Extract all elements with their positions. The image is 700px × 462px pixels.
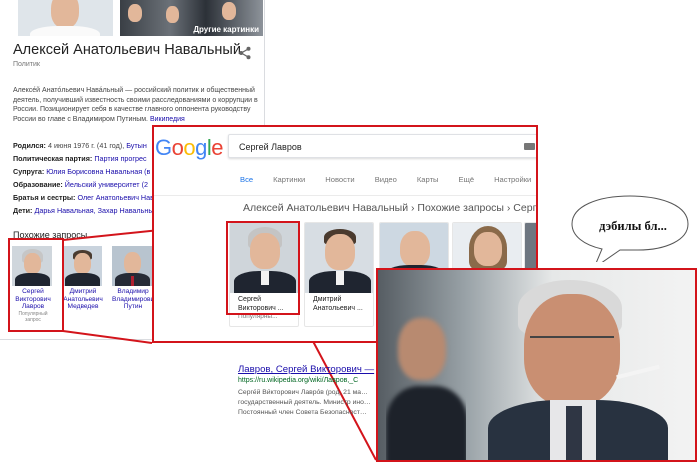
tab-settings[interactable]: Настройки (494, 175, 531, 187)
fact-spouse-link[interactable]: Юлия Борисовна Навальная (в (46, 167, 150, 176)
related-card-name: Дмитрий Анатольевич Медведев (63, 288, 103, 311)
fact-party-link[interactable]: Партия прогрес (94, 154, 146, 163)
logo-letter-o2: o (183, 135, 196, 160)
search-input[interactable] (239, 140, 509, 154)
result-card-name: Дмитрий Анатольевич ... (313, 296, 363, 312)
logo-letter-G: G (155, 135, 172, 160)
more-images-thumbnail[interactable]: Другие картинки (120, 0, 263, 36)
fact-siblings: Братья и сестры: Олег Анатольевич Нав (13, 193, 154, 202)
medvedev-photo (305, 223, 373, 293)
keyboard-icon[interactable] (524, 143, 535, 150)
logo-letter-o1: o (171, 135, 184, 160)
entity-subtitle: Политик (13, 61, 40, 68)
search-tabs: Все Картинки Новости Видео Карты Ещё Нас… (240, 175, 536, 187)
partial-photo (525, 223, 536, 271)
lavrov-meme-photo (376, 268, 697, 462)
breadcrumb: Алексей Анатольевич Навальный › Похожие … (243, 202, 538, 214)
result-url: https://ru.wikipedia.org/wiki/Лавров,_С (238, 377, 359, 384)
more-images-label[interactable]: Другие картинки (193, 25, 259, 34)
tab-video[interactable]: Видео (375, 175, 397, 187)
google-logo[interactable]: Google (155, 135, 224, 161)
fact-party: Политическая партия: Партия прогрес (13, 154, 147, 163)
logo-letter-g: g (195, 135, 207, 160)
related-card-name: Владимир Владимирович Путин (112, 288, 158, 311)
description-text: Алексе́й Анато́льевич Нава́льный — росси… (13, 87, 258, 123)
sobchak-photo (453, 223, 521, 271)
search-box[interactable] (228, 134, 536, 158)
putin-photo (380, 223, 448, 271)
glasses (530, 336, 614, 350)
result-title-link[interactable]: Лавров, Сергей Викторович — (238, 364, 374, 375)
fact-born: Родился: 4 июня 1976 г. (41 год), Бутын (13, 141, 147, 150)
result-card-putin[interactable] (379, 222, 449, 272)
result-card-partial[interactable] (524, 222, 536, 272)
tab-news[interactable]: Новости (325, 175, 354, 187)
share-icon[interactable] (238, 46, 252, 60)
fact-siblings-link[interactable]: Олег Анатольевич Нав (77, 193, 154, 202)
speech-bubble-text: дэбилы бл... (599, 219, 667, 233)
tab-all[interactable]: Все (240, 175, 253, 187)
entity-description: Алексе́й Анато́льевич Нава́льный — росси… (13, 86, 261, 124)
lavrov-figure (488, 270, 688, 460)
cigarette (616, 364, 660, 380)
foreground-figure (386, 310, 466, 460)
highlight-lavrov-card (8, 238, 64, 332)
result-card-medvedev[interactable]: Дмитрий Анатольевич ... (304, 222, 374, 327)
wikipedia-link[interactable]: Википедия (150, 116, 185, 123)
entity-title: Алексей Анатольевич Навальный (13, 42, 241, 58)
related-card-medvedev[interactable]: Дмитрий Анатольевич Медведев (62, 246, 104, 311)
tab-more[interactable]: Ещё (459, 175, 475, 187)
result-snippet: Серге́й Ви́кторович Лавро́в (род. 21 ма…… (238, 389, 371, 416)
tab-maps[interactable]: Карты (417, 175, 439, 187)
tab-images[interactable]: Картинки (273, 175, 305, 187)
result-card-sobchak[interactable] (452, 222, 522, 272)
fact-children: Дети: Дарья Навальная, Захар Навальны (13, 206, 154, 215)
fact-spouse: Супруга: Юлия Борисовна Навальная (в (13, 167, 151, 176)
fact-education: Образование: Йельский университет (2 (13, 180, 148, 189)
fact-born-link[interactable]: Бутын (126, 141, 147, 150)
medvedev-photo (62, 246, 102, 286)
highlight-google-lavrov-card (226, 221, 300, 315)
fact-education-link[interactable]: Йельский университет (2 (65, 180, 148, 189)
logo-letter-e: e (211, 135, 224, 160)
putin-photo (112, 246, 152, 286)
related-card-putin[interactable]: Владимир Владимирович Путин (112, 246, 158, 311)
navalny-photo[interactable] (18, 0, 113, 36)
fact-children-link[interactable]: Дарья Навальная, Захар Навальны (34, 206, 153, 215)
tabs-divider (154, 195, 536, 196)
